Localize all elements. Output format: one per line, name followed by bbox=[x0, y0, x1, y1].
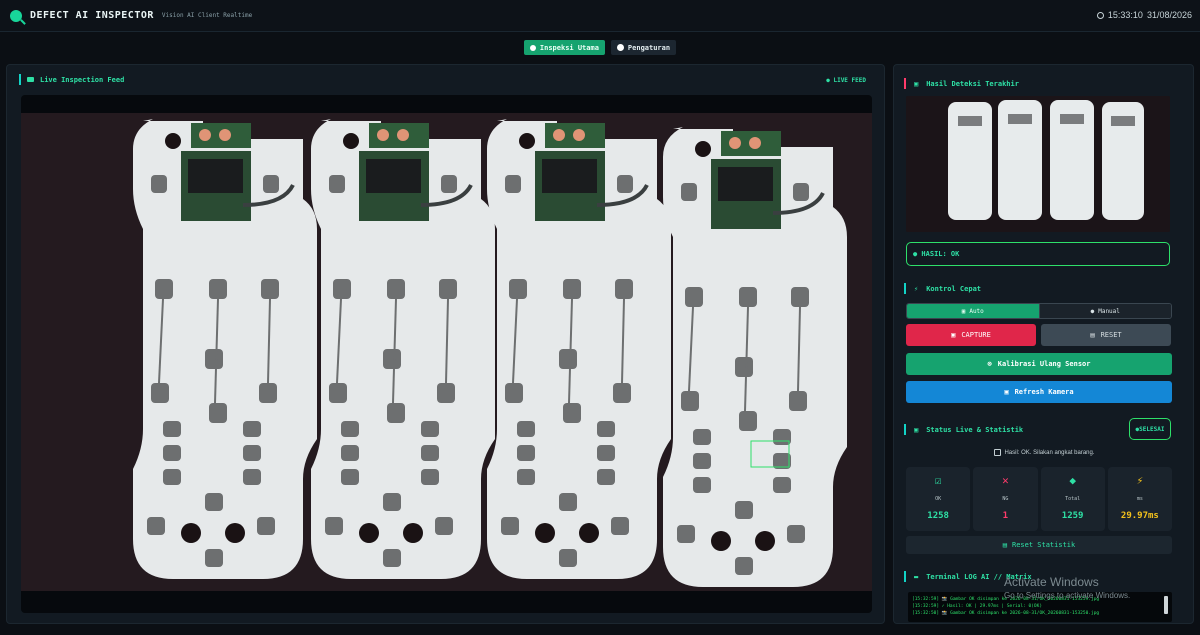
gear-icon bbox=[616, 44, 624, 51]
app-title: DEFECT AI INSPECTOR bbox=[30, 10, 154, 21]
status-hint: Hasil: OK. Silakan angkat barang. bbox=[894, 449, 1195, 456]
right-sidebar: ▣ Hasil Deteksi Terakhir ● HASIL: OK ⚡ K… bbox=[893, 64, 1194, 624]
stat-value: 1258 bbox=[927, 511, 949, 521]
tab-inspeksi-utama[interactable]: Inspeksi Utama bbox=[523, 40, 605, 55]
feed-title: Live Inspection Feed bbox=[40, 75, 125, 84]
top-bar: DEFECT AI INSPECTOR Vision AI Client Rea… bbox=[0, 0, 1200, 32]
robot-icon: ▣ bbox=[961, 307, 966, 315]
hand-icon: ● bbox=[1090, 307, 1095, 315]
stat-card-ng: ✕ NG 1 bbox=[973, 467, 1038, 531]
quick-control-title: Kontrol Cepat bbox=[926, 284, 982, 293]
mode-manual-label: Manual bbox=[1098, 307, 1120, 315]
bolt-icon: ⚡ bbox=[914, 284, 919, 293]
clock-time: 15:33:10 bbox=[1107, 10, 1143, 20]
image-icon: ▣ bbox=[914, 79, 919, 88]
windows-activation-watermark: Activate Windows Go to Settings to activ… bbox=[1004, 575, 1130, 600]
watermark-line-1: Activate Windows bbox=[1004, 575, 1099, 589]
mode-toggle: ▣ Auto ● Manual bbox=[906, 303, 1172, 319]
reset-label: RESET bbox=[1100, 331, 1122, 339]
target-icon: ⊗ bbox=[987, 360, 992, 368]
checkbox-icon bbox=[994, 449, 1002, 456]
trash-icon: ▤ bbox=[1002, 541, 1007, 549]
trash-icon: ▤ bbox=[1090, 331, 1095, 339]
accent-bar bbox=[904, 283, 906, 294]
mode-auto-button[interactable]: ▣ Auto bbox=[907, 304, 1039, 318]
clock-icon bbox=[1096, 11, 1104, 19]
accent-bar bbox=[904, 571, 906, 582]
quick-control-header: ⚡ Kontrol Cepat bbox=[904, 283, 981, 294]
stat-value: 1 bbox=[1002, 511, 1009, 521]
tab-pengaturan[interactable]: Pengaturan bbox=[610, 40, 677, 55]
accent-bar bbox=[904, 424, 906, 435]
app-subtitle: Vision AI Client Realtime bbox=[161, 12, 253, 19]
search-icon bbox=[529, 44, 536, 51]
feed-frame bbox=[21, 95, 872, 613]
log-line: [15:32:50] 📸 Gambar OK disimpan ke 2026-… bbox=[912, 611, 1100, 616]
refresh-icon: ▣ bbox=[1004, 388, 1009, 396]
calibrate-label: Kalibrasi Ulang Sensor bbox=[997, 360, 1091, 368]
stat-value: 29.97ms bbox=[1120, 511, 1159, 521]
check-icon: ☑ bbox=[934, 474, 942, 487]
feed-header: Live Inspection Feed bbox=[19, 74, 124, 85]
refresh-camera-button[interactable]: ▣ Refresh Kamera bbox=[906, 381, 1172, 403]
bolt-icon: ⚡ bbox=[1136, 474, 1144, 487]
camera-feed-image bbox=[21, 113, 872, 591]
last-detection-title: Hasil Deteksi Terakhir bbox=[926, 79, 1019, 88]
stat-card-ok: ☑ OK 1258 bbox=[906, 467, 971, 531]
stat-label: NG bbox=[1002, 496, 1009, 502]
box-icon: ◆ bbox=[1069, 474, 1076, 487]
selesai-badge: ●SELESAI bbox=[1129, 418, 1171, 440]
tab-label: Pengaturan bbox=[627, 43, 671, 52]
result-status-ok: ● HASIL: OK bbox=[906, 242, 1170, 266]
pcb-boards-image bbox=[21, 113, 872, 591]
live-feed-badge: ● LIVE FEED bbox=[826, 77, 866, 84]
clock: 15:33:10 31/08/2026 bbox=[1096, 10, 1192, 20]
stat-label: OK bbox=[935, 496, 942, 502]
capture-label: CAPTURE bbox=[961, 331, 991, 339]
mode-manual-button[interactable]: ● Manual bbox=[1038, 304, 1171, 318]
stat-label: Total bbox=[1065, 496, 1081, 502]
stat-value: 1259 bbox=[1061, 511, 1084, 521]
live-feed-panel: Live Inspection Feed ● LIVE FEED bbox=[6, 64, 885, 624]
stat-card-total: ◆ Total 1259 bbox=[1040, 467, 1105, 531]
tab-label: Inspeksi Utama bbox=[539, 43, 599, 52]
search-logo-icon bbox=[10, 9, 22, 22]
refresh-label: Refresh Kamera bbox=[1014, 388, 1074, 396]
reset-statistics-label: Reset Statistik bbox=[1012, 541, 1076, 549]
terminal-icon: ▬ bbox=[914, 572, 919, 581]
capture-button[interactable]: ▣ CAPTURE bbox=[906, 324, 1036, 346]
status-header: ▣ Status Live & Statistik bbox=[904, 424, 1023, 435]
camera-icon bbox=[27, 77, 34, 82]
camera-icon: ▣ bbox=[951, 331, 956, 339]
accent-bar bbox=[904, 78, 906, 89]
clock-date: 31/08/2026 bbox=[1146, 10, 1192, 20]
log-scrollbar[interactable] bbox=[1164, 596, 1168, 614]
log-line: [15:32:59] ✓ Hasil: OK | 29.97ms | Seria… bbox=[912, 604, 1043, 609]
tab-bar: Inspeksi Utama Pengaturan bbox=[0, 40, 1200, 60]
stat-card-ms: ⚡ ms 29.97ms bbox=[1107, 467, 1172, 531]
cross-icon: ✕ bbox=[1002, 474, 1009, 487]
chart-icon: ▣ bbox=[914, 425, 919, 434]
watermark-line-2: Go to Settings to activate Windows. bbox=[1004, 591, 1131, 600]
accent-bar bbox=[19, 74, 21, 85]
reset-button[interactable]: ▤ RESET bbox=[1041, 324, 1171, 346]
reset-statistics-button[interactable]: ▤ Reset Statistik bbox=[906, 536, 1172, 554]
last-detection-thumbnail bbox=[906, 96, 1170, 232]
thumbnail-image bbox=[906, 96, 1170, 232]
status-title: Status Live & Statistik bbox=[926, 425, 1024, 434]
statistics-cards: ☑ OK 1258 ✕ NG 1 ◆ Total 1259 ⚡ ms 29.97… bbox=[906, 467, 1172, 531]
hint-text: Hasil: OK. Silakan angkat barang. bbox=[1004, 450, 1095, 457]
stat-label: ms bbox=[1136, 496, 1143, 502]
last-detection-header: ▣ Hasil Deteksi Terakhir bbox=[904, 78, 1019, 89]
calibrate-sensor-button[interactable]: ⊗ Kalibrasi Ulang Sensor bbox=[906, 353, 1172, 375]
mode-auto-label: Auto bbox=[969, 307, 984, 315]
